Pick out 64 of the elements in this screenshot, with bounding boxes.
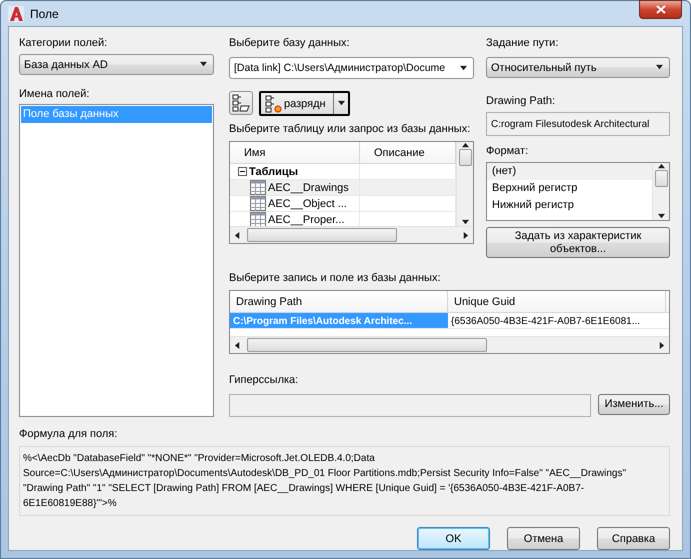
horizontal-scrollbar[interactable] xyxy=(230,226,473,243)
database-combo[interactable]: [Data link] C:\Users\Администратор\Docume xyxy=(229,57,474,79)
window-title: Поле xyxy=(30,6,60,20)
field-label: Формула для поля: xyxy=(19,427,118,442)
dialog-button[interactable]: OK xyxy=(417,527,490,550)
change-button[interactable]: Изменить... xyxy=(598,394,670,414)
field-label: Задание пути: xyxy=(486,36,558,51)
field-label: Категории полей: xyxy=(19,36,108,51)
column-header[interactable]: Имя xyxy=(230,142,360,164)
dropdown-arrow-icon[interactable] xyxy=(656,64,663,71)
dialog-button[interactable]: Справка xyxy=(597,527,670,550)
scrollbar-thumb[interactable] xyxy=(654,170,668,187)
tree-item[interactable]: AEC__Drawings xyxy=(230,180,360,196)
tree-item[interactable]: AEC__Object ... xyxy=(230,196,360,212)
right-arrow-icon[interactable] xyxy=(462,232,469,238)
up-arrow-icon[interactable] xyxy=(462,142,468,149)
scrollbar-thumb[interactable] xyxy=(247,338,487,352)
field-label: Имена полей: xyxy=(19,87,90,102)
split-button[interactable]: разрядн xyxy=(259,91,350,116)
vertical-scrollbar[interactable] xyxy=(456,142,473,226)
field-label: Выберите таблицу или запрос из базы данных: xyxy=(229,122,470,137)
column-header[interactable]: Unique Guid xyxy=(448,291,666,313)
set-from-properties-button[interactable]: Задать из характеристик объектов... xyxy=(486,227,670,258)
dropdown-arrow-icon[interactable] xyxy=(658,213,664,220)
field-label: Выберите базу данных: xyxy=(229,36,350,51)
column-header[interactable]: Описание xyxy=(360,142,456,164)
table-icon xyxy=(250,180,266,195)
list-item[interactable]: Верхний регистр xyxy=(487,180,652,197)
formula-text: %<\AecDb "DatabaseField" "*NONE*" "Provider=Microsoft.Jet.OLEDB.4.0;Data Source=C:\Users\Администратор\Documents\Autodesk\DB_PD_01 Floor Partitions.mdb;Persist Security Info=False" "AEC__Drawings" "Drawing Path" "1" "SELECT [Drawing Path] FROM [AEC__Drawings] WHERE [Unique Guid] = '{6536A050-4B3E-421F-A0B7-6E1E60819E88}'">% xyxy=(19,446,670,516)
collapse-icon[interactable] xyxy=(238,167,247,176)
path-mode-dropdown[interactable]: Относительный путь xyxy=(486,57,670,78)
column-header[interactable]: Drawing Path xyxy=(230,291,448,313)
open-database-button[interactable] xyxy=(229,91,253,115)
left-arrow-icon[interactable] xyxy=(234,342,241,348)
dropdown-arrow-icon[interactable] xyxy=(460,64,467,72)
list-item[interactable]: (нет) xyxy=(487,163,652,180)
drawing-path-field[interactable]: C:rogram Filesutodesk Architectural xyxy=(486,112,670,136)
left-arrow-icon[interactable] xyxy=(234,232,241,238)
app-logo-icon xyxy=(8,6,24,22)
table-folder-icon xyxy=(232,94,250,112)
dropdown-arrow-icon[interactable] xyxy=(462,219,468,226)
close-button[interactable] xyxy=(639,0,682,18)
table-icon xyxy=(250,196,266,211)
up-arrow-icon[interactable] xyxy=(658,163,664,170)
dropdown-arrow-icon[interactable] xyxy=(200,61,207,68)
vertical-scrollbar[interactable] xyxy=(652,163,669,220)
field-label: Drawing Path: xyxy=(486,94,556,109)
tree-group[interactable]: Таблицы xyxy=(249,166,298,178)
horizontal-scrollbar[interactable] xyxy=(230,336,669,353)
table-icon xyxy=(250,212,266,226)
field-label: Выберите запись и поле из базы данных: xyxy=(229,271,441,286)
scrollbar-thumb[interactable] xyxy=(458,149,472,166)
table-star-icon xyxy=(265,94,283,112)
field-label: Формат: xyxy=(486,144,528,159)
list-item[interactable]: Нижний регистр xyxy=(487,197,652,214)
field-label: Гиперссылка: xyxy=(229,373,298,388)
table-cell[interactable]: {6536A050-4B3E-421F-A0B7-6E1E6081... xyxy=(448,313,666,329)
dialog-button[interactable]: Отмена xyxy=(507,527,580,550)
scrollbar-thumb[interactable] xyxy=(247,228,397,242)
dropdown-arrow-icon[interactable] xyxy=(338,100,344,107)
right-arrow-icon[interactable] xyxy=(658,342,665,348)
category-dropdown[interactable]: База данных AD xyxy=(19,54,214,75)
close-icon xyxy=(656,4,666,14)
hyperlink-field[interactable] xyxy=(229,394,591,417)
